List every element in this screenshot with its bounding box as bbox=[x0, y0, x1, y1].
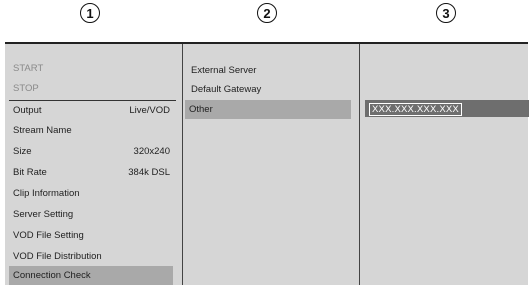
submenu-item-external-server[interactable]: External Server bbox=[187, 61, 351, 80]
menu-item-output[interactable]: Output Live/VOD bbox=[9, 101, 173, 120]
menu-item-label: VOD File Setting bbox=[13, 230, 84, 241]
menu-item-size[interactable]: Size 320x240 bbox=[9, 142, 173, 161]
main-menu-panel: START STOP Output Live/VOD Stream Name S… bbox=[5, 44, 180, 285]
menu-item-clip-information[interactable]: Clip Information bbox=[9, 184, 173, 203]
menu-item-stop[interactable]: STOP bbox=[9, 79, 173, 98]
menu-item-label: Bit Rate bbox=[13, 167, 47, 178]
callout-2: 2 bbox=[257, 3, 277, 23]
menu-item-start[interactable]: START bbox=[9, 59, 173, 78]
menu-item-label: Output bbox=[13, 105, 42, 116]
menu-item-label: Connection Check bbox=[13, 270, 91, 281]
address-panel: XXX.XXX.XXX.XXX bbox=[359, 44, 529, 285]
menu-item-server-setting[interactable]: Server Setting bbox=[9, 205, 173, 224]
menu-item-connection-check[interactable]: Connection Check bbox=[9, 266, 173, 285]
menu-item-label: VOD File Distribution bbox=[13, 251, 102, 262]
menu-screen: START STOP Output Live/VOD Stream Name S… bbox=[5, 42, 529, 285]
menu-item-label: Default Gateway bbox=[191, 84, 262, 95]
menu-item-label: Other bbox=[189, 104, 213, 115]
submenu-panel: External Server Default Gateway Other bbox=[182, 44, 358, 285]
menu-item-label: STOP bbox=[13, 83, 39, 94]
menu-item-bit-rate[interactable]: Bit Rate 384k DSL bbox=[9, 163, 173, 182]
menu-item-label: Stream Name bbox=[13, 125, 72, 136]
bit-rate-value: 384k DSL bbox=[128, 167, 170, 178]
output-value: Live/VOD bbox=[129, 105, 170, 116]
menu-item-label: Clip Information bbox=[13, 188, 80, 199]
menu-item-vod-file-distribution[interactable]: VOD File Distribution bbox=[9, 247, 173, 266]
menu-item-label: Size bbox=[13, 146, 32, 157]
menu-item-label: Server Setting bbox=[13, 209, 74, 220]
size-value: 320x240 bbox=[133, 146, 170, 157]
submenu-item-default-gateway[interactable]: Default Gateway bbox=[187, 80, 351, 99]
submenu-item-other[interactable]: Other bbox=[185, 100, 351, 119]
menu-item-stream-name[interactable]: Stream Name bbox=[9, 121, 173, 140]
menu-item-label: START bbox=[13, 63, 44, 74]
menu-item-label: External Server bbox=[191, 65, 257, 76]
ip-address-input[interactable]: XXX.XXX.XXX.XXX bbox=[369, 103, 462, 116]
callout-1: 1 bbox=[80, 3, 100, 23]
callout-3: 3 bbox=[436, 3, 456, 23]
menu-item-vod-file-setting[interactable]: VOD File Setting bbox=[9, 226, 173, 245]
